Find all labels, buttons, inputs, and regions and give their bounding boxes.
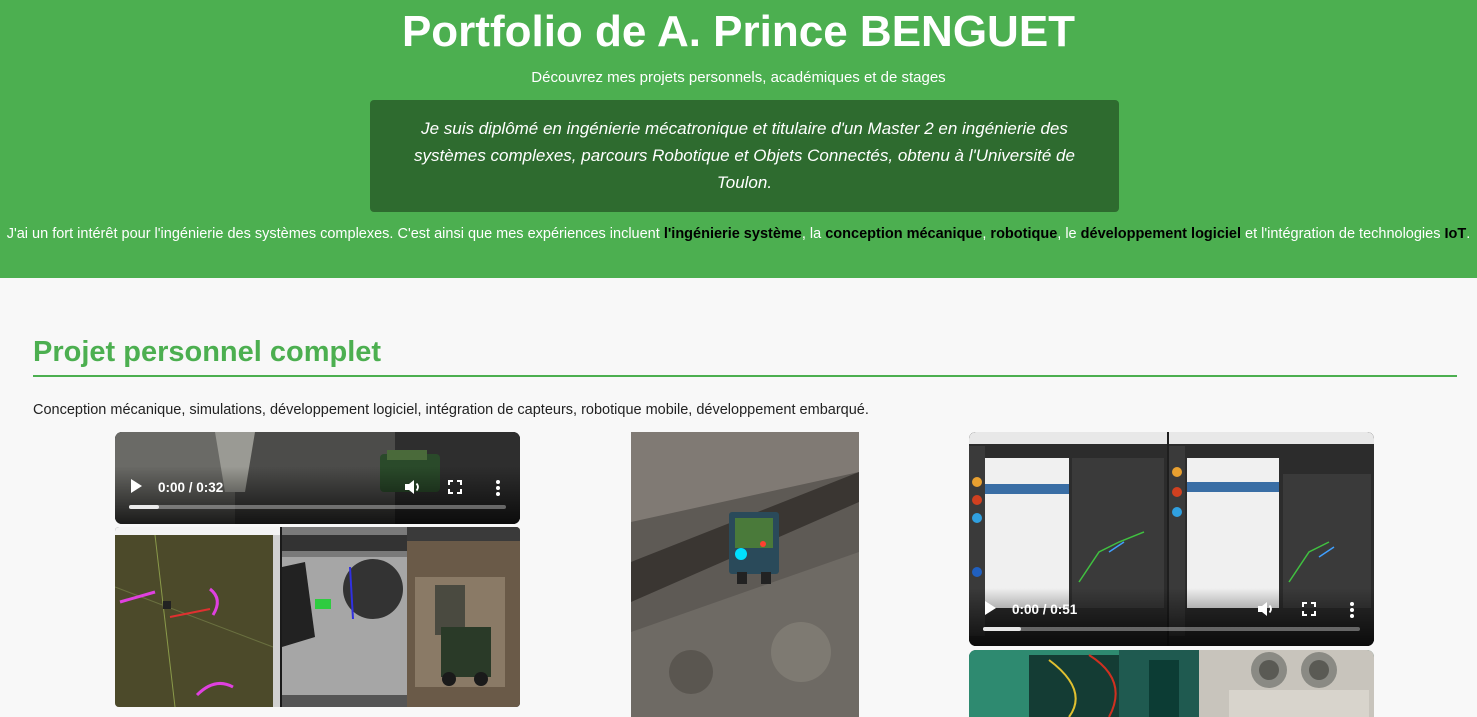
- section-divider: [33, 375, 1457, 377]
- play-icon[interactable]: [131, 479, 142, 493]
- page-title: Portfolio de A. Prince BENGUET: [401, 7, 1076, 56]
- keyword-mechanical-design: conception mécanique: [825, 226, 983, 242]
- page-header: Portfolio de A. Prince BENGUET Découvrez…: [0, 0, 1477, 278]
- interests-sep: , la: [801, 226, 826, 242]
- video-1-time: 0:00 / 0:32: [158, 480, 224, 495]
- robot-photo: [631, 432, 859, 717]
- simulation-collage-graphic: [115, 527, 520, 707]
- more-options-icon[interactable]: [1350, 602, 1354, 618]
- project-video-2[interactable]: 0:00 / 0:51: [969, 432, 1374, 646]
- video-2-progress-fill: [983, 627, 1021, 631]
- video-2-progress[interactable]: [983, 627, 1360, 631]
- electronics-photo: [969, 650, 1374, 717]
- fullscreen-icon[interactable]: [448, 480, 462, 494]
- interests-end: .: [1466, 226, 1471, 242]
- page-subtitle: Découvrez mes projets personnels, académ…: [531, 69, 946, 86]
- keyword-system-engineering: l'ingénierie système: [663, 226, 802, 242]
- video-2-controls: 0:00 / 0:51: [969, 588, 1374, 646]
- volume-icon[interactable]: [1257, 601, 1275, 617]
- video-1-progress-fill: [129, 505, 160, 509]
- more-options-icon[interactable]: [496, 480, 500, 496]
- section-description: Conception mécanique, simulations, dével…: [33, 402, 869, 418]
- section-title: Projet personnel complet: [33, 336, 382, 368]
- video-2-time: 0:00 / 0:51: [1012, 602, 1078, 617]
- simulation-collage-image: [115, 527, 520, 707]
- interests-sep: et l'intégration de technologies: [1241, 226, 1445, 242]
- interests-sep: , le: [1057, 226, 1081, 242]
- video-1-controls: 0:00 / 0:32: [115, 466, 520, 524]
- keyword-iot: IoT: [1444, 226, 1467, 242]
- robot-photo-graphic: [631, 432, 859, 717]
- keyword-software-development: développement logiciel: [1080, 226, 1241, 242]
- interests-intro: J'ai un fort intérêt pour l'ingénierie d…: [6, 226, 664, 242]
- bio-box: Je suis diplômé en ingénierie mécatroniq…: [370, 100, 1119, 212]
- fullscreen-icon[interactable]: [1302, 602, 1316, 616]
- bio-text: Je suis diplômé en ingénierie mécatroniq…: [414, 119, 1075, 192]
- volume-icon[interactable]: [404, 479, 422, 495]
- interests-text: J'ai un fort intérêt pour l'ingénierie d…: [0, 226, 1477, 243]
- electronics-photo-graphic: [969, 650, 1374, 717]
- video-1-progress[interactable]: [129, 505, 506, 509]
- project-video-1[interactable]: 0:00 / 0:32: [115, 432, 520, 524]
- play-icon[interactable]: [985, 601, 996, 615]
- keyword-robotics: robotique: [990, 226, 1058, 242]
